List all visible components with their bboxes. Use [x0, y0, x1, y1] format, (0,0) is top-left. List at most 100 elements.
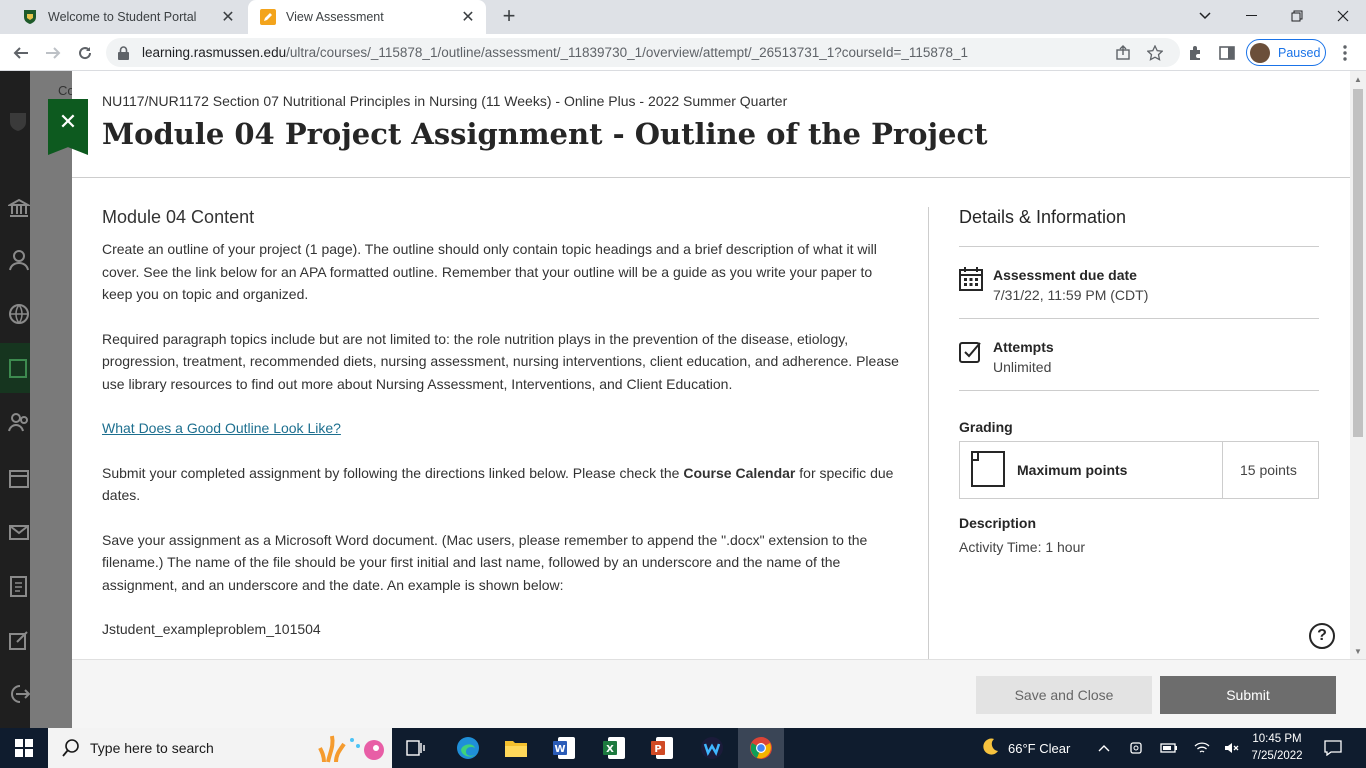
word-icon[interactable]: W: [548, 732, 580, 764]
profile-button[interactable]: Paused: [1246, 39, 1326, 66]
profile-status: Paused: [1278, 45, 1321, 60]
browser-tab-strip: Welcome to Student Portal ✕ View Assessm…: [0, 0, 1366, 34]
side-panel-icon[interactable]: [1214, 40, 1240, 66]
scroll-up-arrow-icon[interactable]: ▲: [1354, 75, 1362, 84]
minimize-icon[interactable]: [1228, 0, 1274, 32]
webex-icon[interactable]: [696, 732, 728, 764]
submit-instructions-paragraph: Submit your completed assignment by foll…: [102, 464, 894, 504]
search-placeholder: Type here to search: [90, 740, 214, 756]
extensions-icon[interactable]: [1182, 40, 1208, 66]
address-bar[interactable]: learning.rasmussen.edu/ultra/courses/_11…: [106, 38, 1180, 67]
close-tab-icon[interactable]: ✕: [458, 7, 478, 27]
description-label: Description: [959, 515, 1037, 531]
wifi-icon[interactable]: [1194, 728, 1210, 768]
institution-icon: [6, 197, 32, 219]
share-icon[interactable]: [1110, 40, 1136, 66]
details-panel: Details & Information Assessment due dat…: [959, 207, 1319, 555]
groups-icon: [8, 411, 30, 433]
battery-icon[interactable]: [1160, 728, 1178, 768]
meet-now-icon[interactable]: [1130, 728, 1144, 768]
edge-icon[interactable]: [452, 732, 484, 764]
save-and-close-button[interactable]: Save and Close: [976, 676, 1152, 714]
scrollbar[interactable]: ▲ ▼: [1350, 71, 1366, 659]
submit-button[interactable]: Submit: [1160, 676, 1336, 714]
grades-icon: [8, 575, 30, 597]
background-course-page: Co: [30, 71, 75, 728]
taskbar-search-box[interactable]: Type here to search: [48, 728, 392, 768]
close-window-icon[interactable]: [1320, 0, 1366, 32]
attempts-value: Unlimited: [993, 359, 1052, 375]
moon-icon: [980, 737, 1000, 760]
institution-logo-icon: [8, 111, 30, 133]
file-explorer-icon[interactable]: [500, 732, 532, 764]
due-date-label: Assessment due date: [993, 267, 1137, 283]
content-heading: Module 04 Content: [102, 207, 255, 227]
more-menu-icon[interactable]: [1332, 40, 1358, 66]
course-name: NU117/NUR1172 Section 07 Nutritional Pri…: [102, 93, 788, 109]
file-naming-paragraph: Save your assignment as a Microsoft Word…: [102, 531, 868, 593]
document-icon: [970, 450, 1006, 488]
svg-text:P: P: [654, 744, 661, 755]
calendar-nav-icon: [8, 467, 30, 489]
reload-icon[interactable]: [72, 40, 98, 66]
page-title: Module 04 Project Assignment - Outline o…: [102, 117, 988, 151]
due-date-row: Assessment due date 7/31/22, 11:59 PM (C…: [959, 247, 1319, 319]
help-icon[interactable]: ?: [1309, 623, 1335, 649]
show-hidden-icons-chevron-icon[interactable]: [1098, 728, 1110, 768]
weather-widget[interactable]: 66°F Clear: [980, 728, 1070, 768]
outline-link-paragraph: What Does a Good Outline Look Like?: [102, 417, 902, 440]
assessment-content: Module 04 Content Create an outline of y…: [102, 207, 902, 663]
grading-label: Grading: [959, 419, 1013, 435]
new-tab-icon[interactable]: +: [498, 5, 520, 28]
lock-icon: [118, 45, 132, 60]
system-clock[interactable]: 10:45 PM 7/25/2022: [1248, 731, 1306, 765]
scroll-down-arrow-icon[interactable]: ▼: [1354, 647, 1362, 656]
restore-icon[interactable]: [1274, 0, 1320, 32]
tab-title: Welcome to Student Portal: [48, 10, 197, 24]
chrome-icon[interactable]: [745, 732, 777, 764]
grading-separator: [1222, 442, 1223, 498]
search-highlight-illustration-icon: [318, 732, 390, 767]
messages-icon: [8, 521, 30, 543]
close-tab-icon[interactable]: ✕: [218, 7, 238, 27]
description-value: Activity Time: 1 hour: [959, 539, 1086, 555]
attempts-checkbox-icon: [959, 339, 983, 363]
due-date-value: 7/31/22, 11:59 PM (CDT): [993, 287, 1149, 303]
tab-view-assessment[interactable]: View Assessment ✕: [248, 0, 486, 34]
sign-out-icon: [8, 683, 31, 705]
globe-icon: [8, 303, 30, 325]
bookmark-star-icon[interactable]: [1142, 40, 1168, 66]
windows-start-icon[interactable]: [0, 728, 48, 768]
tab-search-chevron-icon[interactable]: [1182, 0, 1228, 32]
courses-icon: [8, 357, 30, 379]
shield-favicon-icon: [22, 9, 38, 25]
search-icon: [62, 739, 80, 757]
windows-taskbar: Type here to search W X P 66°F Clear 10:…: [0, 728, 1366, 768]
background-left-nav: [0, 71, 32, 728]
tab-title: View Assessment: [286, 10, 384, 24]
scrollbar-thumb[interactable]: [1353, 89, 1363, 437]
svg-text:W: W: [554, 744, 565, 755]
excel-icon[interactable]: X: [598, 732, 630, 764]
task-view-icon[interactable]: [400, 732, 432, 764]
clock-date: 7/25/2022: [1251, 750, 1303, 762]
forward-icon[interactable]: [40, 40, 66, 66]
powerpoint-icon[interactable]: P: [646, 732, 678, 764]
back-icon[interactable]: [8, 40, 34, 66]
url-text: learning.rasmussen.edu/ultra/courses/_11…: [142, 45, 968, 60]
close-panel-button[interactable]: ✕: [48, 99, 88, 155]
pencil-favicon-icon: [260, 9, 276, 25]
max-points-label: Maximum points: [1017, 462, 1128, 478]
assessment-panel: NU117/NUR1172 Section 07 Nutritional Pri…: [72, 71, 1366, 728]
outline-example-link[interactable]: What Does a Good Outline Look Like?: [102, 420, 341, 436]
details-heading: Details & Information: [959, 207, 1319, 247]
tab-student-portal[interactable]: Welcome to Student Portal ✕: [10, 0, 246, 34]
grading-box: Maximum points 15 points: [959, 441, 1319, 499]
volume-muted-icon[interactable]: [1224, 728, 1240, 768]
avatar: [1250, 42, 1270, 63]
header-divider: [72, 177, 1350, 178]
notifications-icon[interactable]: [1324, 728, 1342, 768]
course-calendar-text: Course Calendar: [683, 464, 796, 481]
example-filename: Jstudent_exampleproblem_101504: [102, 621, 321, 637]
svg-text:X: X: [606, 744, 614, 755]
